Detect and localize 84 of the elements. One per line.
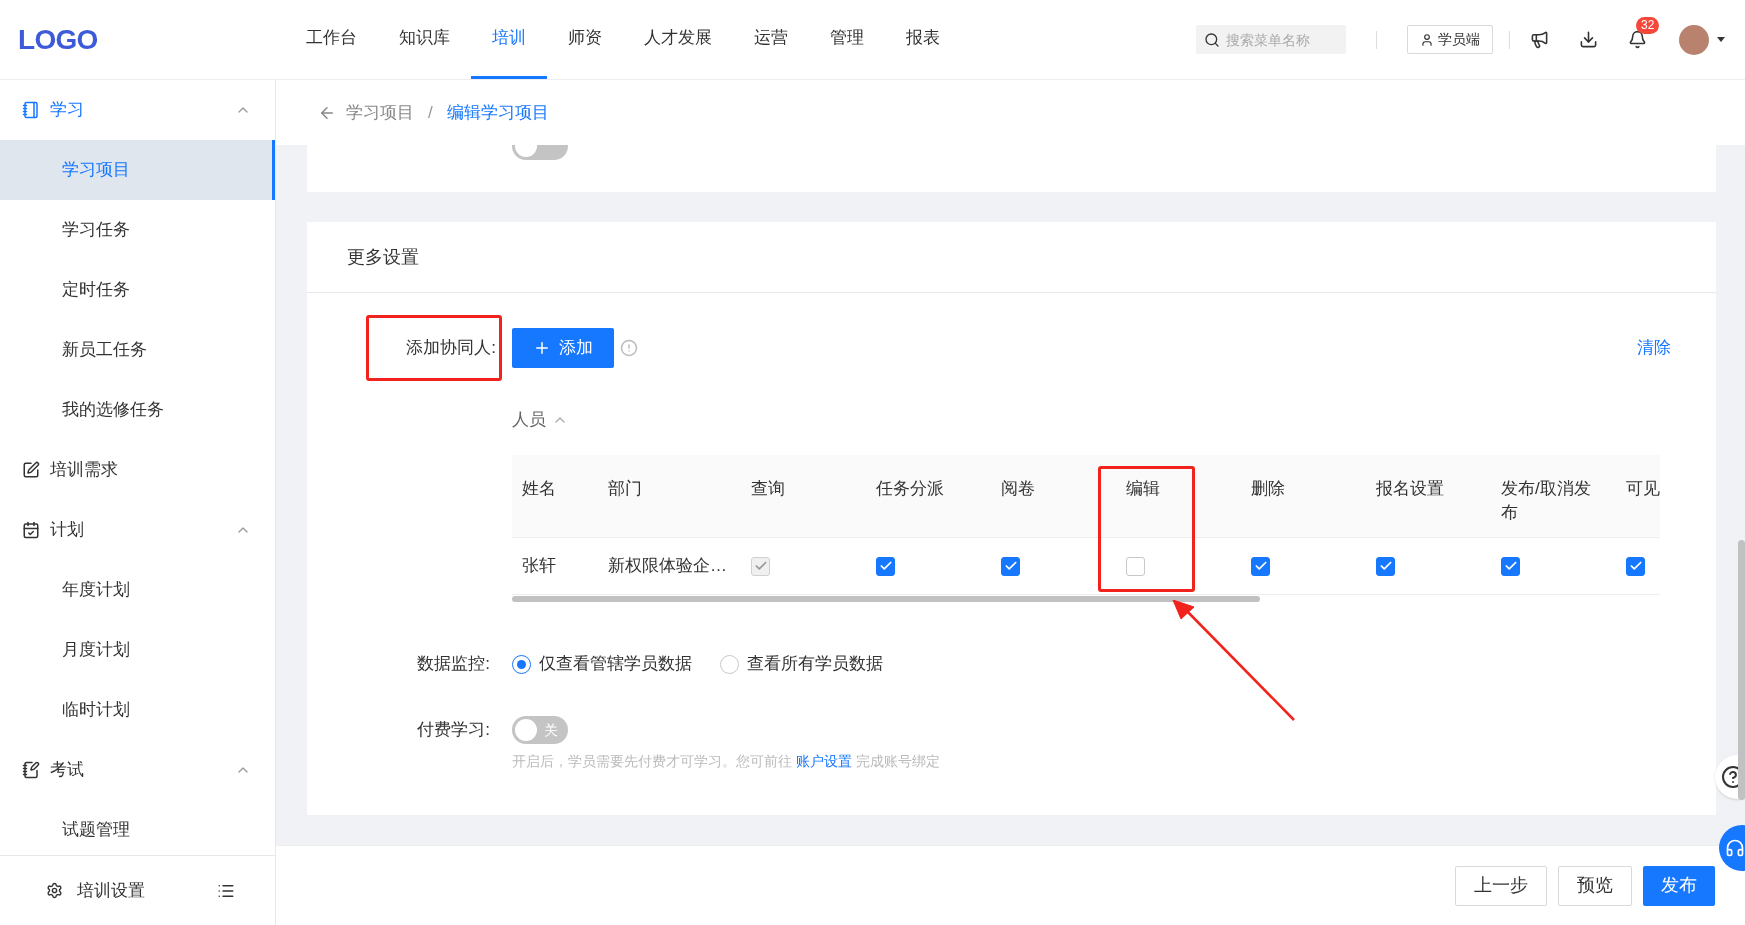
column-header: 发布/取消发布 [1500,478,1592,524]
check-icon [1003,559,1018,573]
search-icon [1204,32,1220,48]
column-header: 报名设置 [1375,478,1445,500]
checkbox[interactable] [1251,556,1270,576]
nav-tab[interactable]: 师资 [547,0,623,79]
caret-icon[interactable] [1717,37,1725,42]
page-scrollbar[interactable] [1738,540,1745,800]
check-icon [1253,559,1268,573]
calendar-check-icon [22,521,40,539]
headphones-icon [1725,838,1745,858]
sidebar-item[interactable]: 定时任务 [0,260,275,320]
nav-tab[interactable]: 运营 [733,0,809,79]
notification-badge: 32 [1636,17,1660,34]
sidebar-group[interactable]: 学习 [0,80,275,140]
nav-tab[interactable]: 管理 [809,0,885,79]
plus-icon [533,339,551,357]
nav-tab[interactable]: 人才发展 [623,0,733,79]
search-field[interactable]: 搜索菜单名称 [1196,25,1346,54]
sidebar-group[interactable]: 考试 [0,740,275,800]
check-icon [1503,559,1518,573]
people-toggle[interactable]: 人员 [512,407,568,433]
footer-button[interactable]: 预览 [1558,865,1632,906]
check-icon [753,559,768,573]
nav-tab[interactable]: 培训 [471,0,547,79]
download-icon[interactable] [1579,30,1598,49]
notebook-pen-icon [22,761,40,779]
check-icon [878,559,893,573]
add-button[interactable]: 添加 [512,328,614,368]
student-portal-button[interactable]: 学员端 [1407,25,1493,54]
user-icon [1420,32,1434,47]
sidebar-group[interactable]: 计划 [0,500,275,560]
field-label: 数据监控: [416,653,491,676]
speaker-icon[interactable] [1530,30,1549,49]
publish-button[interactable]: 发布 [1643,865,1715,906]
checkbox[interactable] [1626,556,1645,576]
sidebar-item[interactable]: 月度计划 [0,620,275,680]
column-header: 部门 [607,478,643,500]
field-label: 付费学习: [416,719,491,742]
sidebar-item[interactable]: 临时计划 [0,680,275,740]
field-label: 添加协同人: [406,338,496,358]
column-header: 姓名 [521,478,557,500]
radio-label[interactable]: 仅查看管辖学员数据 [539,651,692,677]
check-icon [1628,559,1643,573]
clear-link[interactable]: 清除 [1637,335,1671,361]
nav-tab[interactable]: 知识库 [378,0,471,79]
sidebar-item[interactable]: 年度计划 [0,560,275,620]
account-settings-link[interactable]: 账户设置 [795,753,852,769]
hint-text: 开启后，学员需要先付费才可学习。您可前往 账户设置 完成账号绑定 [512,752,941,771]
check-icon [1378,559,1393,573]
column-header: 可见 [1625,478,1660,500]
checkbox[interactable] [1501,556,1520,576]
sidebar-item[interactable]: 试题管理 [0,800,275,855]
table-cell-text: 新权限体验企… [607,555,728,578]
nav-tab[interactable]: 工作台 [306,0,378,79]
section-title: 更多设置 [347,245,419,269]
footer-button[interactable]: 上一步 [1455,865,1547,906]
table-cell-text: 张轩 [521,555,557,578]
sidebar-group[interactable]: 培训需求 [0,440,275,500]
breadcrumb-item[interactable]: 学习项目 [346,99,414,126]
nav-tab[interactable]: 报表 [885,0,961,79]
bell-icon[interactable] [1628,30,1647,49]
settings-link[interactable]: 培训设置 [77,877,203,904]
notebook-icon [22,101,40,119]
breadcrumb-separator: / [428,101,433,124]
checkbox[interactable] [1126,556,1145,576]
column-header: 查询 [750,478,786,500]
edit-square-icon [22,461,40,479]
checkbox[interactable] [1001,556,1020,576]
scrollbar[interactable] [512,596,1260,602]
column-header: 阅卷 [1000,478,1036,500]
column-header: 任务分派 [875,478,945,500]
radio-label[interactable]: 查看所有学员数据 [747,651,883,677]
avatar[interactable] [1679,24,1709,55]
sidebar-item[interactable]: 新员工任务 [0,320,275,380]
checkbox[interactable] [1376,556,1395,576]
logo: LOGO [17,22,99,57]
column-header: 删除 [1250,478,1286,500]
sidebar-item[interactable]: 学习任务 [0,200,275,260]
column-header: 编辑 [1125,478,1161,500]
settings-icon[interactable] [46,882,63,899]
checkbox[interactable] [876,556,895,576]
sidebar-item[interactable]: 我的选修任务 [0,380,275,440]
breadcrumb-item: 编辑学习项目 [446,101,549,124]
